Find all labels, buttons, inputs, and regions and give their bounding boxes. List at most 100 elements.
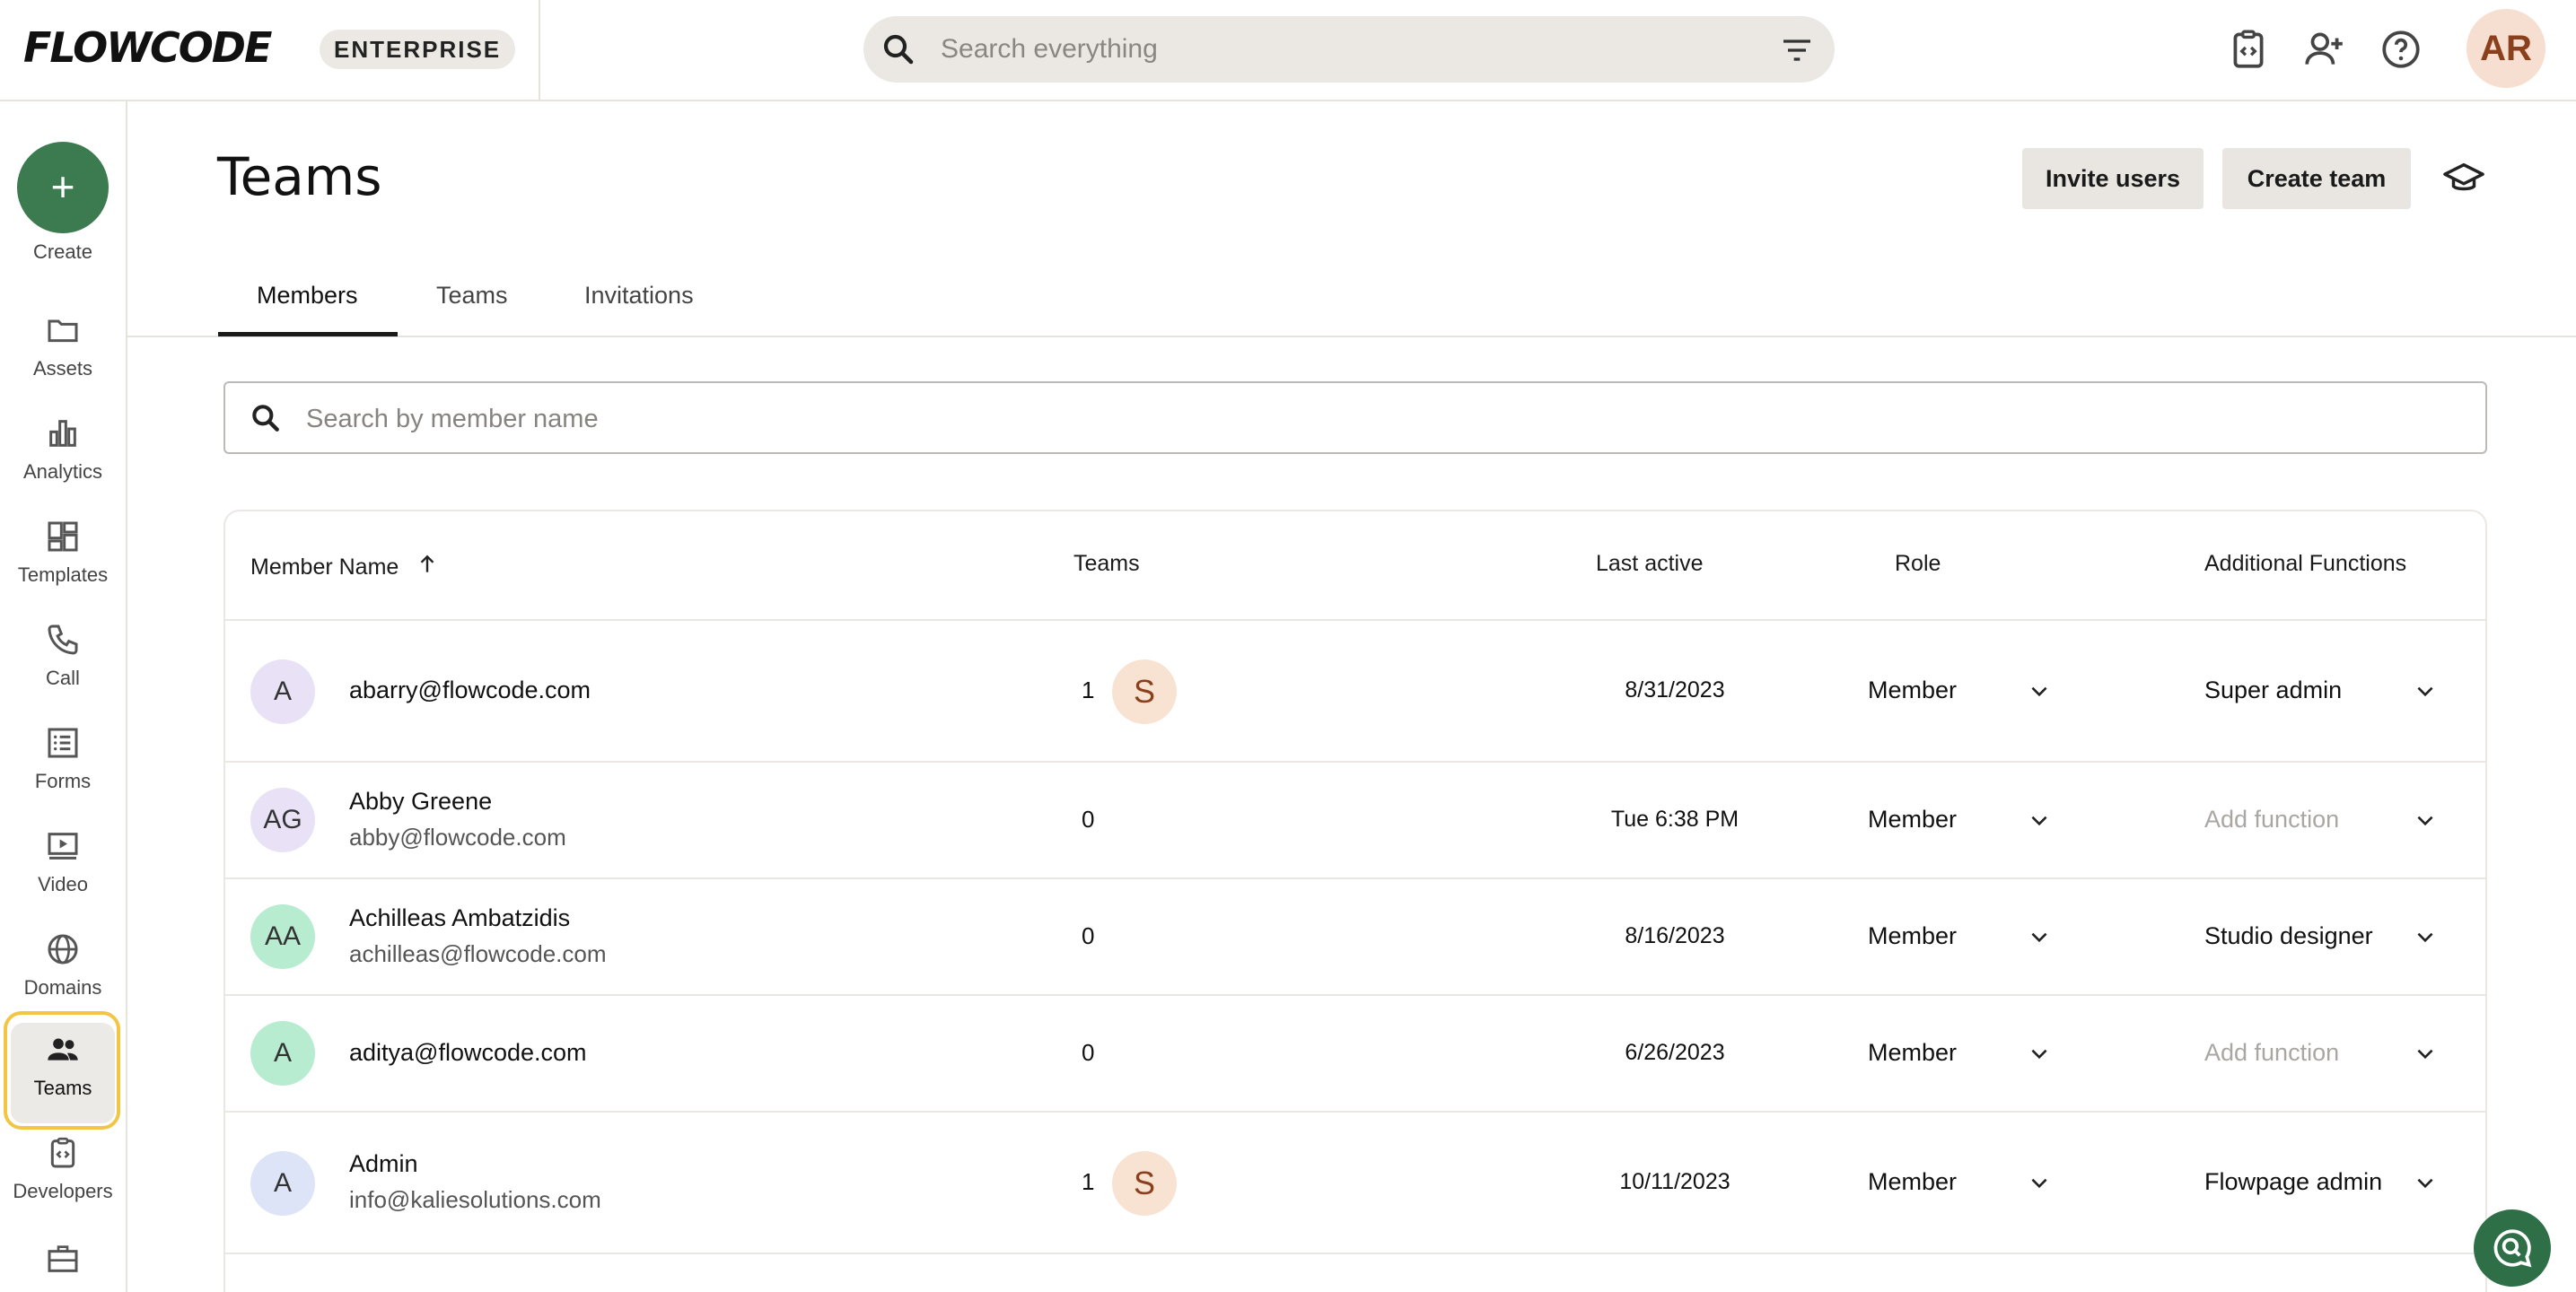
avatar: A	[250, 659, 315, 724]
sidebar-item-video[interactable]: Video	[0, 819, 126, 920]
code-clipboard-icon[interactable]	[2226, 27, 2271, 72]
function-select[interactable]: Add function	[2204, 806, 2339, 834]
members-table: Member Name Teams Last active Role Addit…	[223, 510, 2487, 1292]
header-member-name[interactable]: Member Name	[250, 551, 434, 581]
search-icon	[883, 34, 914, 65]
chat-search-icon	[2493, 1229, 2532, 1268]
member-name: Achilleas Ambatzidis	[349, 904, 571, 931]
dashboard-icon	[48, 521, 78, 552]
chevron-down-icon[interactable]	[2414, 926, 2437, 949]
header-teams: Teams	[1073, 551, 1140, 576]
logo-area: FLOWCODE ENTERPRISE	[0, 0, 540, 100]
tab-teams[interactable]: Teams	[436, 282, 508, 310]
chevron-down-icon[interactable]	[2028, 926, 2051, 949]
role-select[interactable]: Member	[1868, 1168, 1957, 1196]
top-bar: FLOWCODE ENTERPRISE Search everything AR	[0, 0, 2576, 101]
function-select[interactable]: Super admin	[2204, 677, 2342, 704]
search-placeholder[interactable]: Search everything	[941, 34, 1158, 65]
team-badge[interactable]: S	[1112, 659, 1177, 724]
header-role: Role	[1895, 551, 1941, 576]
avatar: AG	[250, 788, 315, 852]
code-clipboard-icon	[50, 1137, 75, 1168]
avatar: AA	[250, 904, 315, 969]
chevron-down-icon[interactable]	[2028, 1043, 2051, 1066]
chevron-down-icon[interactable]	[2414, 680, 2437, 703]
sidebar-item-label: Forms	[34, 770, 92, 792]
global-search[interactable]: Search everything	[863, 16, 1835, 83]
last-active: 8/31/2023	[1625, 677, 1725, 703]
sidebar-item-label: Analytics	[22, 460, 103, 483]
help-icon[interactable]	[2379, 27, 2423, 72]
chevron-down-icon[interactable]	[2028, 809, 2051, 833]
role-select[interactable]: Member	[1868, 677, 1957, 704]
sidebar-item-domains[interactable]: Domains	[0, 922, 126, 1023]
function-select[interactable]: Flowpage admin	[2204, 1168, 2382, 1196]
create-label: Create	[32, 240, 93, 263]
member-name: Admin	[349, 1150, 418, 1177]
member-search-input[interactable]: Search by member name	[223, 381, 2487, 454]
sidebar-item-forms[interactable]: Forms	[0, 716, 126, 816]
header-additional-functions: Additional Functions	[2204, 551, 2407, 576]
chevron-down-icon[interactable]	[2414, 1043, 2437, 1066]
last-active: 10/11/2023	[1619, 1169, 1730, 1194]
active-tab-indicator	[218, 332, 398, 336]
avatar: A	[250, 1021, 315, 1086]
add-user-icon[interactable]	[2301, 27, 2346, 72]
member-name: aditya@flowcode.com	[349, 1039, 587, 1066]
last-active: 8/16/2023	[1625, 923, 1725, 948]
sidebar-item-label: Call	[46, 667, 80, 689]
teams-count: 1	[1082, 677, 1095, 703]
sidebar-item-analytics[interactable]: Analytics	[0, 406, 126, 507]
member-email: info@kaliesolutions.com	[349, 1186, 601, 1213]
team-badge[interactable]: S	[1112, 1151, 1177, 1216]
sidebar-item-label: Domains	[23, 976, 102, 999]
invite-users-button[interactable]: Invite users	[2022, 148, 2204, 209]
role-select[interactable]: Member	[1868, 922, 1957, 950]
globe-icon	[48, 934, 78, 965]
teams-count: 1	[1082, 1168, 1095, 1195]
chevron-down-icon[interactable]	[2414, 809, 2437, 833]
table-row[interactable]: A abarry@flowcode.com 1 S 8/31/2023 Memb…	[225, 621, 2485, 763]
chevron-down-icon[interactable]	[2414, 1172, 2437, 1195]
table-row[interactable]: AA Achilleas Ambatzidis achilleas@flowco…	[225, 879, 2485, 996]
chevron-down-icon[interactable]	[2028, 680, 2051, 703]
teams-count: 0	[1082, 806, 1095, 833]
table-row[interactable]: AG Abby Greene abby@flowcode.com 0 Tue 6…	[225, 763, 2485, 879]
create-team-button[interactable]: Create team	[2222, 148, 2411, 209]
table-row[interactable]: A aditya@flowcode.com 0 6/26/2023 Member…	[225, 996, 2485, 1113]
member-search-placeholder[interactable]: Search by member name	[306, 405, 599, 434]
flowcode-logo[interactable]: FLOWCODE	[23, 23, 272, 72]
sidebar-item-developers[interactable]: Developers	[0, 1126, 126, 1227]
table-header: Member Name Teams Last active Role Addit…	[225, 511, 2485, 621]
graduation-cap-icon[interactable]	[2443, 158, 2484, 199]
create-button[interactable]: +	[17, 142, 109, 233]
user-avatar[interactable]: AR	[2466, 9, 2545, 88]
function-select[interactable]: Add function	[2204, 1039, 2339, 1067]
teams-count: 0	[1082, 922, 1095, 949]
member-email: abby@flowcode.com	[349, 824, 566, 851]
sidebar-item-label: Developers	[13, 1180, 113, 1202]
tab-invitations[interactable]: Invitations	[584, 282, 694, 310]
sidebar-item-templates[interactable]: Templates	[0, 510, 126, 610]
sidebar-item-call[interactable]: Call	[0, 613, 126, 713]
plan-badge: ENTERPRISE	[320, 30, 516, 69]
tab-members[interactable]: Members	[257, 282, 358, 310]
bar-chart-icon	[49, 420, 76, 447]
member-email: achilleas@flowcode.com	[349, 940, 607, 967]
phone-icon	[48, 624, 78, 655]
last-active: Tue 6:38 PM	[1610, 807, 1739, 832]
sidebar-item-label: Assets	[32, 357, 93, 380]
role-select[interactable]: Member	[1868, 806, 1957, 834]
header-last-active: Last active	[1596, 551, 1704, 576]
chevron-down-icon[interactable]	[2028, 1172, 2051, 1195]
function-select[interactable]: Studio designer	[2204, 922, 2373, 950]
role-select[interactable]: Member	[1868, 1039, 1957, 1067]
table-row[interactable]: A Admin info@kaliesolutions.com 1 S 10/1…	[225, 1113, 2485, 1254]
filter-icon[interactable]	[1779, 32, 1815, 68]
active-highlight	[4, 1011, 120, 1130]
sort-ascending-icon[interactable]	[416, 553, 439, 576]
video-icon	[48, 833, 78, 860]
form-icon	[48, 728, 78, 758]
support-chat-button[interactable]	[2474, 1209, 2551, 1287]
briefcase-icon[interactable]	[45, 1241, 81, 1277]
